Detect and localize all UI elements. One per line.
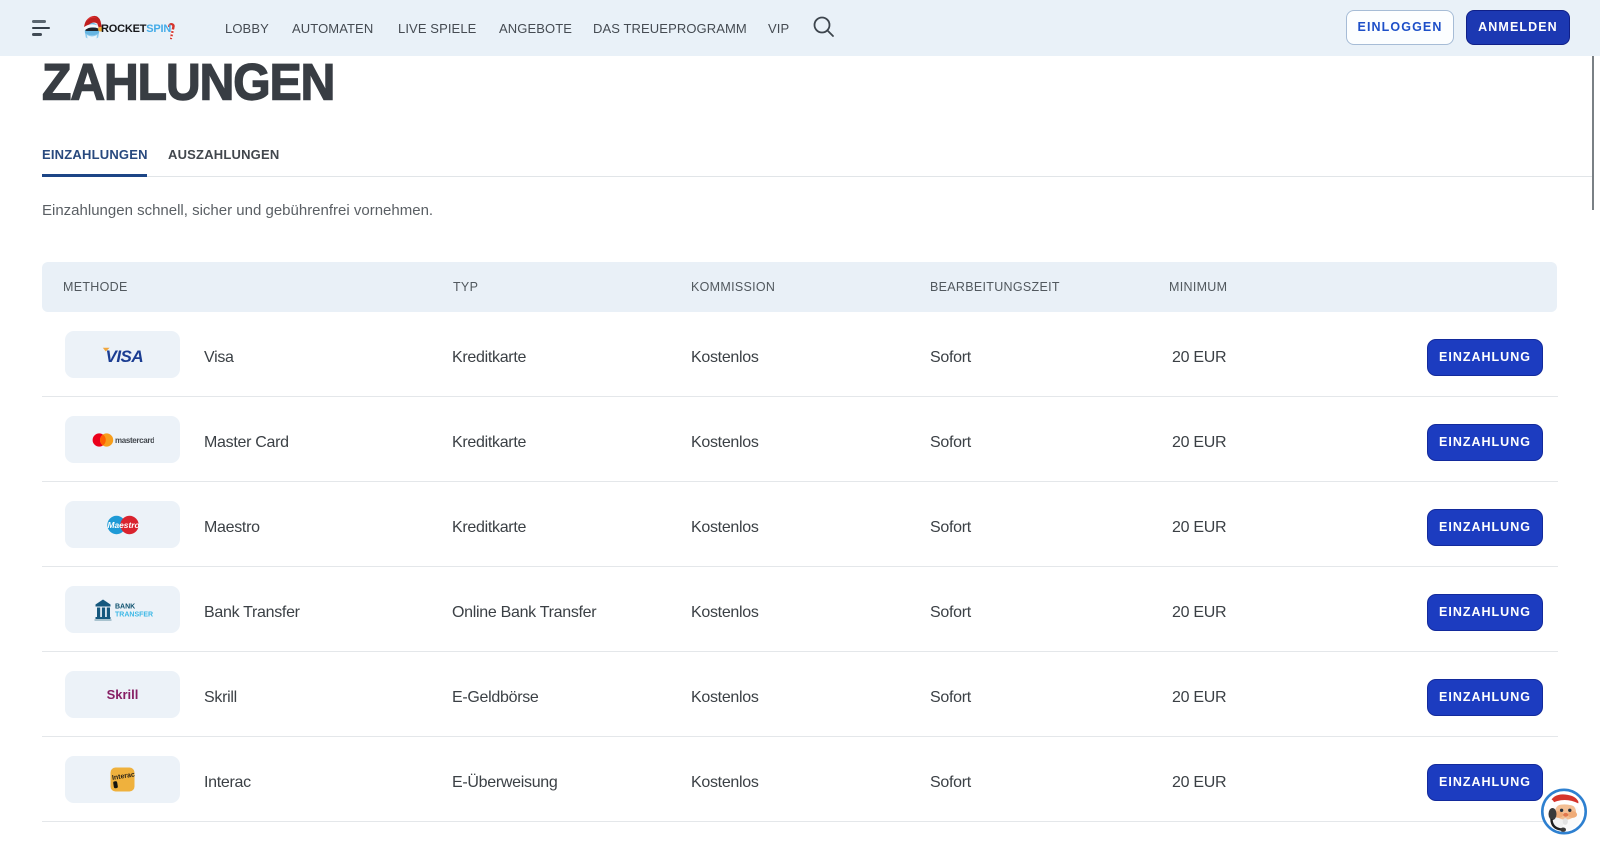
svg-text:mastercard: mastercard xyxy=(115,436,154,445)
svg-text:Maestro: Maestro xyxy=(107,520,139,530)
svg-text:TRANSFER: TRANSFER xyxy=(115,611,153,618)
svg-text:VISA: VISA xyxy=(105,347,143,366)
svg-text:BANK: BANK xyxy=(115,603,135,610)
